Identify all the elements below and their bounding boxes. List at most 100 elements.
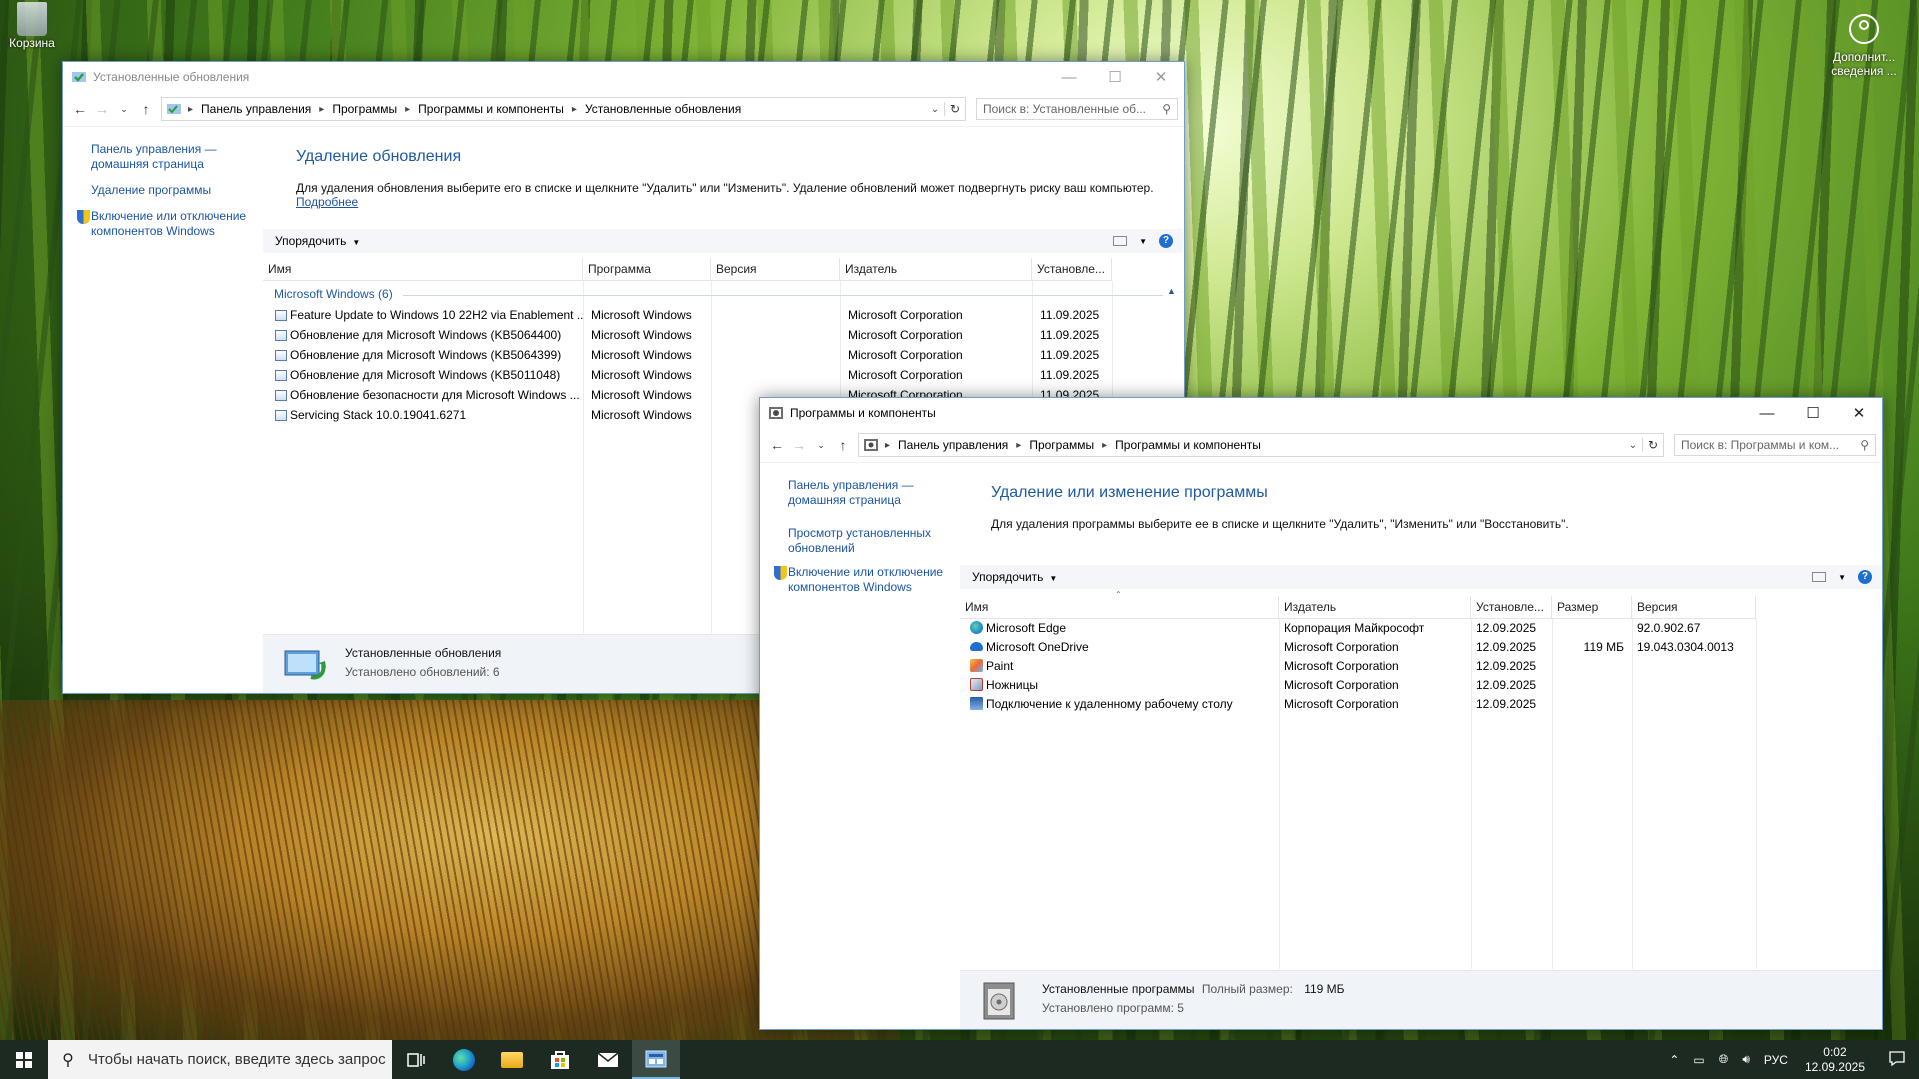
collapse-group-icon[interactable]: ▲ bbox=[1167, 286, 1176, 296]
input-language-indicator[interactable]: РУС bbox=[1757, 1053, 1795, 1067]
breadcrumb-programs-and-features[interactable]: Программы и компоненты bbox=[410, 102, 572, 116]
address-dropdown-icon[interactable]: ⌄ bbox=[926, 104, 944, 115]
taskbar-file-explorer-button[interactable] bbox=[488, 1040, 536, 1079]
column-name[interactable]: Имя bbox=[263, 258, 583, 280]
up-arrow-icon[interactable]: ↑ bbox=[135, 101, 157, 117]
up-arrow-icon[interactable]: ↑ bbox=[832, 437, 854, 453]
task-view-button[interactable] bbox=[392, 1040, 440, 1079]
details-count: Установлено программ: 5 bbox=[1042, 1001, 1184, 1015]
globe-network-icon[interactable]: 🌐︎ bbox=[1712, 1052, 1736, 1067]
maximize-button[interactable]: ☐ bbox=[1790, 398, 1836, 428]
address-box[interactable]: ▸ Панель управления ▸ Программы ▸ Програ… bbox=[161, 97, 966, 121]
minimize-button[interactable]: — bbox=[1744, 398, 1790, 428]
breadcrumb-control-panel[interactable]: Панель управления bbox=[193, 102, 319, 116]
volume-icon[interactable]: 🔊︎ bbox=[1735, 1052, 1757, 1067]
link-uninstall-program[interactable]: Удаление программы bbox=[91, 183, 251, 198]
address-box[interactable]: ▸ Панель управления ▸ Программы ▸ Програ… bbox=[858, 433, 1664, 457]
forward-arrow-icon[interactable]: → bbox=[91, 101, 113, 117]
column-name[interactable]: Имя bbox=[960, 596, 1279, 618]
organize-button[interactable]: Упорядочить ▼ bbox=[960, 570, 1057, 584]
column-installed[interactable]: Установле... bbox=[1471, 596, 1552, 618]
breadcrumb-control-panel[interactable]: Панель управления bbox=[890, 438, 1016, 452]
table-row[interactable]: Microsoft Edge Корпорация Майкрософт 12.… bbox=[965, 620, 1756, 636]
show-hidden-icons-chevron-icon[interactable]: ⌃ bbox=[1662, 1053, 1686, 1067]
breadcrumb-programs[interactable]: Программы bbox=[1021, 438, 1102, 452]
breadcrumb-programs-and-features[interactable]: Программы и компоненты bbox=[1107, 438, 1269, 452]
view-options-icon[interactable] bbox=[1113, 236, 1128, 246]
back-arrow-icon[interactable]: ← bbox=[69, 101, 91, 117]
column-size[interactable]: Размер bbox=[1552, 596, 1632, 618]
refresh-icon[interactable]: ↻ bbox=[944, 102, 965, 116]
details-title: Установленные программы Полный размер: 1… bbox=[1042, 982, 1345, 996]
taskbar-search-box[interactable]: ⚲ Чтобы начать поиск, введите здесь запр… bbox=[48, 1040, 392, 1079]
back-arrow-icon[interactable]: ← bbox=[766, 437, 788, 453]
view-dropdown-icon[interactable]: ▼ bbox=[1139, 237, 1147, 246]
breadcrumb-programs[interactable]: Программы bbox=[324, 102, 405, 116]
group-header[interactable]: Microsoft Windows (6) bbox=[274, 287, 393, 301]
taskbar-mail-button[interactable] bbox=[584, 1040, 632, 1079]
account-notification[interactable]: Дополнит... сведения ... bbox=[1818, 14, 1910, 78]
recent-locations-chevron-icon[interactable]: ⌄ bbox=[810, 440, 832, 451]
help-icon[interactable]: ? bbox=[1159, 234, 1173, 248]
taskbar-store-button[interactable] bbox=[536, 1040, 584, 1079]
title-bar[interactable]: Программы и компоненты — ☐ ✕ bbox=[760, 398, 1882, 428]
view-dropdown-icon[interactable]: ▼ bbox=[1838, 573, 1846, 582]
forward-arrow-icon[interactable]: → bbox=[788, 437, 810, 453]
column-version[interactable]: Версия bbox=[1632, 596, 1756, 618]
column-version[interactable]: Версия bbox=[711, 258, 840, 280]
taskbar-control-panel-button[interactable] bbox=[632, 1040, 680, 1079]
link-windows-features[interactable]: Включение или отключение компонентов Win… bbox=[788, 565, 953, 595]
link-view-installed-updates[interactable]: Просмотр установленных обновлений bbox=[788, 526, 938, 556]
close-button[interactable]: ✕ bbox=[1836, 398, 1882, 428]
recycle-bin-icon bbox=[17, 2, 47, 36]
column-program[interactable]: Программа bbox=[583, 258, 711, 280]
search-input[interactable]: Поиск в: Установленные об... ⚲ bbox=[976, 98, 1178, 120]
breadcrumb-installed-updates[interactable]: Установленные обновления bbox=[577, 102, 749, 116]
organize-button[interactable]: Упорядочить ▼ bbox=[263, 234, 360, 248]
title-bar[interactable]: Установленные обновления — ☐ ✕ bbox=[63, 62, 1184, 92]
link-control-panel-home[interactable]: Панель управления — домашняя страница bbox=[788, 478, 928, 508]
table-row[interactable]: Обновление для Microsoft Windows (KB5064… bbox=[270, 327, 1112, 343]
refresh-icon[interactable]: ↻ bbox=[1642, 438, 1663, 452]
table-row[interactable]: Обновление для Microsoft Windows (KB5064… bbox=[270, 347, 1112, 363]
row-version bbox=[711, 347, 840, 363]
link-control-panel-home[interactable]: Панель управления — домашняя страница bbox=[91, 142, 231, 172]
command-bar: Упорядочить ▼ ▼ ? bbox=[960, 565, 1882, 589]
column-publisher[interactable]: Издатель bbox=[840, 258, 1032, 280]
row-publisher: Microsoft Corporation bbox=[848, 328, 963, 342]
clock[interactable]: 0:02 12.09.2025 bbox=[1795, 1045, 1875, 1075]
column-publisher[interactable]: Издатель bbox=[1279, 596, 1471, 618]
taskbar-edge-button[interactable] bbox=[440, 1040, 488, 1079]
close-button[interactable]: ✕ bbox=[1138, 62, 1184, 92]
action-center-icon[interactable] bbox=[1875, 1050, 1919, 1069]
minimize-button[interactable]: — bbox=[1046, 62, 1092, 92]
more-info-link[interactable]: Подробнее bbox=[296, 195, 358, 209]
update-icon bbox=[275, 390, 287, 401]
table-row[interactable]: Feature Update to Windows 10 22H2 via En… bbox=[270, 307, 1112, 323]
network-adapter-icon[interactable]: ▭ bbox=[1686, 1053, 1711, 1067]
column-installed[interactable]: Установле... bbox=[1032, 258, 1112, 280]
table-row[interactable]: Microsoft OneDrive Microsoft Corporation… bbox=[965, 639, 1756, 655]
recycle-bin-shortcut[interactable]: Корзина bbox=[8, 2, 56, 50]
address-dropdown-icon[interactable]: ⌄ bbox=[1624, 440, 1642, 451]
row-installed: 11.09.2025 bbox=[1040, 348, 1100, 362]
recent-locations-chevron-icon[interactable]: ⌄ bbox=[113, 104, 135, 115]
link-windows-features[interactable]: Включение или отключение компонентов Win… bbox=[91, 209, 256, 239]
row-installed: 12.09.2025 bbox=[1476, 697, 1537, 711]
row-version: 19.043.0304.0013 bbox=[1637, 640, 1734, 654]
table-row[interactable]: Подключение к удаленному рабочему столу … bbox=[965, 696, 1756, 712]
update-icon bbox=[275, 330, 287, 341]
table-row[interactable]: Ножницы Microsoft Corporation 12.09.2025 bbox=[965, 677, 1756, 693]
help-icon[interactable]: ? bbox=[1858, 570, 1872, 584]
details-total-size-value: 119 МБ bbox=[1304, 982, 1345, 996]
search-input[interactable]: Поиск в: Программы и ком... ⚲ bbox=[1674, 434, 1876, 456]
view-options-icon[interactable] bbox=[1812, 572, 1827, 582]
control-panel-icon bbox=[167, 104, 181, 114]
maximize-button[interactable]: ☐ bbox=[1092, 62, 1138, 92]
table-row[interactable]: Paint Microsoft Corporation 12.09.2025 bbox=[965, 658, 1756, 674]
start-button[interactable] bbox=[0, 1040, 48, 1079]
table-row[interactable]: Обновление для Microsoft Windows (KB5011… bbox=[270, 367, 1112, 383]
row-size bbox=[1552, 696, 1632, 712]
row-version bbox=[711, 327, 840, 343]
taskbar: ⚲ Чтобы начать поиск, введите здесь запр… bbox=[0, 1040, 1919, 1079]
